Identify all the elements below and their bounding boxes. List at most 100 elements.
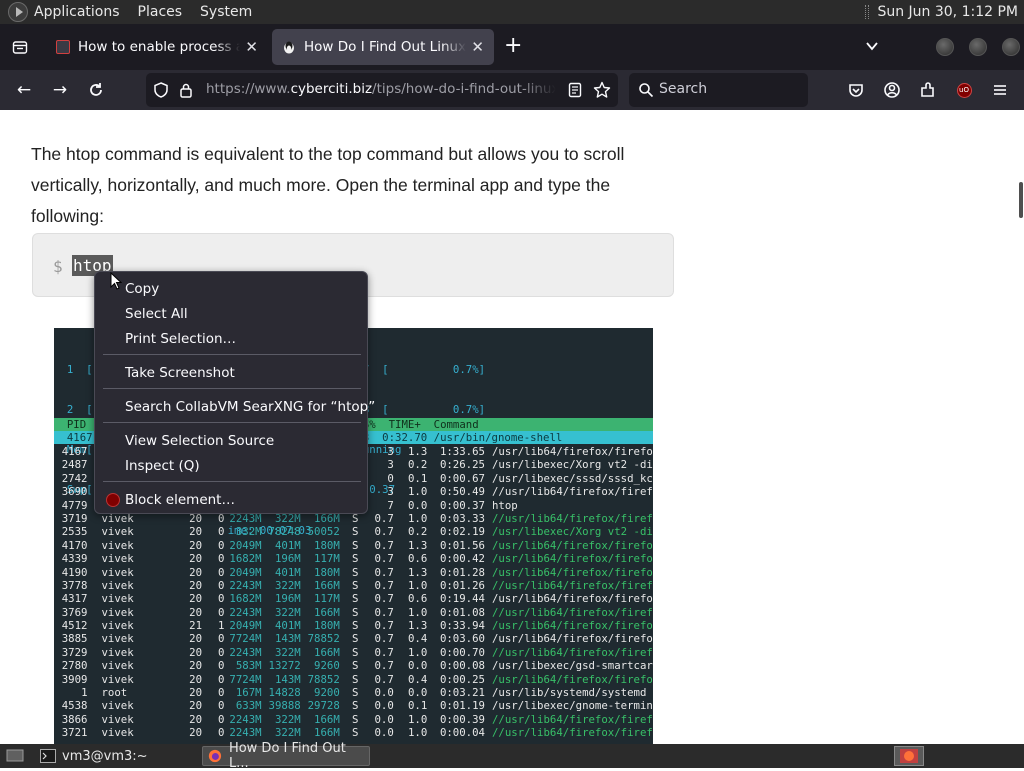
- table-row: 3778 vivek 20 0 2243M 322M 166M S 0.7 1.0 0:01.26 /…: [54, 579, 653, 592]
- htop-cell-pid: 2780: [61, 659, 88, 673]
- url-bar[interactable]: https://www.cyberciti.biz/tips/how-do-i-…: [146, 73, 618, 107]
- htop-cell-time: 0:03.60: [439, 632, 485, 646]
- htop-cell-cmd: /usr/lib/systemd/systemd -: [491, 686, 653, 700]
- firefox-view-button[interactable]: [0, 24, 40, 70]
- htop-cell-pri: 20: [189, 538, 203, 552]
- htop-cell-s: S: [351, 565, 359, 579]
- system-logo-icon[interactable]: [8, 2, 28, 22]
- htop-cell-res: 322M: [274, 605, 301, 619]
- terminal-icon: [40, 749, 56, 763]
- htop-cell-virt: 2243M: [229, 605, 262, 619]
- url-text[interactable]: https://www.cyberciti.biz/tips/how-do-i-…: [206, 81, 556, 97]
- htop-cell-virt: 2243M: [229, 726, 262, 740]
- htop-cell-cmd: /usr/lib64/firefox/firefox: [491, 672, 653, 686]
- htop-cell-user: vivek: [101, 659, 134, 673]
- htop-cell-ni: 0: [217, 578, 225, 592]
- menu-item-print-selection[interactable]: Print Selection…: [125, 328, 236, 350]
- htop-cell-time: 0:00.04: [439, 726, 485, 740]
- htop-cell-virt: 1682M: [229, 592, 262, 606]
- htop-cell-pri: 20: [189, 686, 203, 700]
- htop-cell-ni: 0: [217, 552, 225, 566]
- search-bar[interactable]: Search: [629, 73, 808, 107]
- extensions-icon[interactable]: [918, 80, 938, 100]
- new-tab-button[interactable]: +: [504, 35, 522, 57]
- htop-cell-pri: 20: [189, 552, 203, 566]
- htop-cell-cpu: 0.7: [374, 592, 394, 606]
- htop-cell-virt: 167M: [235, 686, 262, 700]
- htop-cell-mem: 1.3: [407, 538, 428, 552]
- close-tab-icon[interactable]: ✕: [471, 38, 484, 56]
- applications-menu[interactable]: Applications: [34, 4, 120, 20]
- reader-view-icon[interactable]: [567, 82, 583, 98]
- htop-cell-time: 0:03.21: [439, 686, 485, 700]
- htop-cell-time: 0:00.39: [439, 712, 485, 726]
- htop-cell-time: 0:33.94: [439, 619, 485, 633]
- tab-process-accounting[interactable]: How to enable process acco ✕: [46, 29, 268, 65]
- htop-cell-ni: 1: [217, 619, 225, 633]
- htop-cell-pri: 20: [189, 726, 203, 740]
- htop-cell-user: vivek: [101, 565, 134, 579]
- lock-icon[interactable]: [179, 82, 193, 98]
- menu-item-take-screenshot[interactable]: Take Screenshot: [125, 362, 235, 384]
- htop-cell-virt: 2243M: [229, 645, 262, 659]
- htop-cell-cpu: 0.7: [374, 632, 394, 646]
- htop-cell-res: 39888: [268, 699, 301, 713]
- htop-cell-time: 0:00.42: [439, 552, 485, 566]
- close-window-button[interactable]: [1002, 38, 1020, 56]
- htop-cell-ni: 0: [217, 605, 225, 619]
- htop-cell-res: 78248: [268, 525, 301, 539]
- shield-icon[interactable]: [152, 81, 170, 99]
- maximize-button[interactable]: [969, 38, 987, 56]
- show-desktop-button[interactable]: [2, 746, 24, 766]
- menu-item-view-selection-source[interactable]: View Selection Source: [125, 430, 274, 452]
- htop-cell-mem: 0.1: [407, 471, 428, 485]
- minimize-button[interactable]: [936, 38, 954, 56]
- htop-cell-pri: 21: [189, 619, 203, 633]
- htop-cell-time: 0:00.08: [439, 659, 485, 673]
- htop-cell-time: 0:00.25: [439, 672, 485, 686]
- tab-linux-cpu[interactable]: How Do I Find Out Linux CPU ✕: [272, 29, 494, 65]
- htop-cell-virt: 7724M: [229, 632, 262, 646]
- back-arrow-icon[interactable]: ←: [14, 80, 34, 100]
- hamburger-menu-icon[interactable]: [990, 80, 1010, 100]
- htop-cell-mem: 1.0: [407, 712, 428, 726]
- reload-icon[interactable]: [86, 80, 106, 100]
- clock[interactable]: Sun Jun 30, 1:12 PM: [865, 0, 1018, 24]
- htop-cell-mem: 0.2: [407, 525, 428, 539]
- forward-arrow-icon[interactable]: →: [50, 80, 70, 100]
- htop-cell-res: 322M: [274, 726, 301, 740]
- htop-cell-shr: 9260: [314, 659, 340, 673]
- bookmark-star-icon[interactable]: [593, 81, 611, 99]
- table-row: 4538 vivek 20 0 633M 39888 29728 S 0.0 0.1 0:01.19…: [54, 699, 653, 712]
- places-menu[interactable]: Places: [138, 4, 183, 20]
- menu-item-block-element[interactable]: Block element…: [125, 489, 235, 511]
- table-row: 3885 vivek 20 0 7724M 143M 78852 S 0.7 0.4 0:03.60…: [54, 632, 653, 645]
- htop-cell-time: 0:19.44: [439, 592, 485, 606]
- menu-item-select-all[interactable]: Select All: [125, 303, 188, 325]
- menu-separator: [103, 481, 361, 482]
- htop-cell-mem: 0.6: [407, 592, 428, 606]
- menu-item-search[interactable]: Search CollabVM SearXNG for “htop”: [125, 396, 375, 418]
- shell-prompt: $: [53, 257, 63, 276]
- menu-item-copy[interactable]: Copy: [125, 278, 159, 300]
- htop-cell-res: 196M: [274, 592, 301, 606]
- page-scrollbar[interactable]: [1019, 182, 1023, 218]
- taskbar-item-firefox[interactable]: How Do I Find Out L...: [202, 741, 370, 771]
- firefox-view-icon: [12, 41, 28, 54]
- table-row: 3721 vivek 20 0 2243M 322M 166M S 0.0 1.0 0:00.04 /…: [54, 726, 653, 739]
- htop-cell-shr: 9200: [314, 686, 340, 700]
- menu-item-inspect[interactable]: Inspect (Q): [125, 455, 200, 477]
- htop-cell-shr: 117M: [314, 552, 340, 566]
- account-icon[interactable]: [882, 80, 902, 100]
- htop-cell-time: 0:00.70: [439, 645, 485, 659]
- htop-cell-time: 0:01.56: [439, 538, 485, 552]
- ublock-origin-icon[interactable]: uO: [954, 80, 974, 100]
- htop-cell-mem: 0.4: [407, 632, 428, 646]
- pocket-icon[interactable]: [846, 80, 866, 100]
- chevron-down-icon[interactable]: [864, 38, 880, 54]
- taskbar-item-terminal[interactable]: vm3@vm3:~: [36, 746, 196, 766]
- htop-cell-user: vivek: [101, 578, 134, 592]
- system-menu[interactable]: System: [200, 4, 252, 20]
- close-tab-icon[interactable]: ✕: [245, 38, 258, 56]
- workspace-switcher[interactable]: [894, 746, 924, 766]
